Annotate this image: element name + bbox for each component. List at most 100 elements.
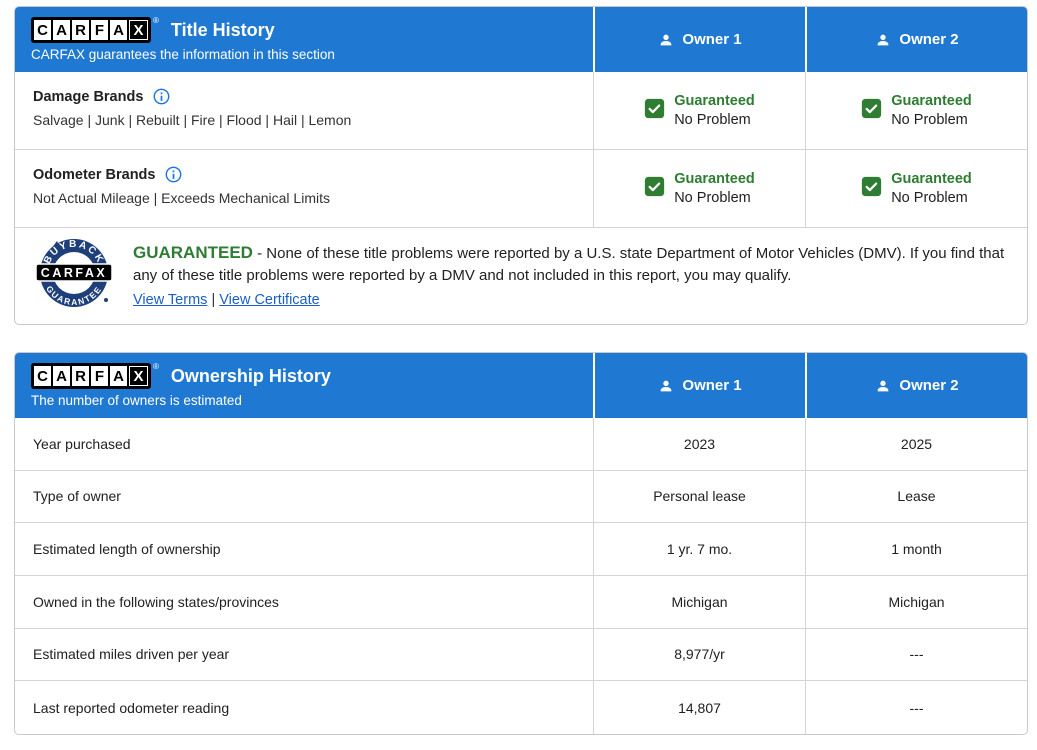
odometer-brands-label-cell: Odometer Brands Not Actual Mileage | Exc… xyxy=(15,150,593,227)
damage-brands-label-cell: Damage Brands Salvage | Junk | Rebuilt |… xyxy=(15,72,593,149)
carfax-logo-letter: F xyxy=(91,20,108,40)
carfax-logo: C A R F A X xyxy=(31,363,151,389)
info-icon[interactable] xyxy=(152,87,171,106)
states-provinces-row: Owned in the following states/provinces … xyxy=(15,575,1027,629)
ownership-history-header: C A R F A X ® Ownership History The numb… xyxy=(15,353,1027,418)
title-history-header: C A R F A X ® Title History CARFAX guara… xyxy=(15,7,1027,72)
carfax-logo-letter: A xyxy=(110,20,127,40)
owner-2-value: 1 month xyxy=(805,523,1027,575)
carfax-logo-letter: R xyxy=(72,366,89,386)
row-label: Last reported odometer reading xyxy=(33,699,230,716)
owner-1-column-header: Owner 1 xyxy=(595,353,805,418)
person-icon xyxy=(658,32,674,48)
owner-1-value: 8,977/yr xyxy=(593,628,805,681)
title-history-title: Title History xyxy=(170,20,275,40)
odometer-brands-sublabel: Not Actual Mileage | Exceeds Mechanical … xyxy=(33,190,330,206)
guaranteed-text: Guaranteed xyxy=(891,171,972,188)
owner-2-value: --- xyxy=(805,628,1027,681)
buyback-guarantee-row: BUYBACK GUARANTEE CARFAX GUARANTEED - No… xyxy=(15,228,1027,324)
checkbox-checked-icon xyxy=(861,176,882,202)
ownership-history-subtitle: The number of owners is estimated xyxy=(31,393,242,408)
guaranteed-status-badge: Guaranteed No Problem xyxy=(861,92,972,128)
owner-1-value: Michigan xyxy=(593,575,805,628)
miles-per-year-row: Estimated miles driven per year 8,977/yr… xyxy=(15,628,1027,682)
registered-trademark: ® xyxy=(153,362,159,371)
carfax-logo-letter-x: X xyxy=(129,20,148,40)
guaranteed-status-badge: Guaranteed No Problem xyxy=(861,170,972,206)
title-history-title-cell: C A R F A X ® Title History CARFAX guara… xyxy=(15,7,593,72)
damage-brands-row: Damage Brands Salvage | Junk | Rebuilt |… xyxy=(15,72,1027,150)
damage-brands-label: Damage Brands xyxy=(33,88,144,105)
ownership-history-title: Ownership History xyxy=(170,366,331,386)
guaranteed-heading: GUARANTEED xyxy=(133,242,253,262)
odometer-reading-row: Last reported odometer reading 14,807 --… xyxy=(15,681,1027,734)
guaranteed-text: Guaranteed xyxy=(891,93,972,110)
row-label: Type of owner xyxy=(33,488,121,505)
owner-1-label: Owner 1 xyxy=(682,31,742,48)
odometer-brands-owner-1-cell: Guaranteed No Problem xyxy=(593,150,805,227)
view-certificate-link[interactable]: View Certificate xyxy=(219,292,319,308)
damage-brands-sublabel: Salvage | Junk | Rebuilt | Fire | Flood … xyxy=(33,112,352,128)
owner-2-value: 2025 xyxy=(805,418,1027,470)
info-icon[interactable] xyxy=(164,165,183,184)
guarantee-description: - None of these title problems were repo… xyxy=(133,244,1005,285)
checkbox-checked-icon xyxy=(644,98,665,124)
person-icon xyxy=(875,378,891,394)
length-of-ownership-row: Estimated length of ownership 1 yr. 7 mo… xyxy=(15,523,1027,576)
carfax-logo-letter: C xyxy=(34,20,51,40)
guaranteed-text: Guaranteed xyxy=(674,171,755,188)
owner-2-column-header: Owner 2 xyxy=(807,353,1027,418)
carfax-logo-letter: F xyxy=(91,366,108,386)
guaranteed-status-badge: Guaranteed No Problem xyxy=(644,92,755,128)
damage-brands-owner-1-cell: Guaranteed No Problem xyxy=(593,72,805,149)
registered-trademark: ® xyxy=(153,16,159,25)
carfax-logo-letter: R xyxy=(72,20,89,40)
owner-2-value: --- xyxy=(805,681,1027,734)
guarantee-text-block: GUARANTEED - None of these title problem… xyxy=(133,241,1007,311)
owner-2-label: Owner 2 xyxy=(899,31,959,48)
ownership-history-section: C A R F A X ® Ownership History The numb… xyxy=(14,352,1028,735)
checkbox-checked-icon xyxy=(644,176,665,202)
guaranteed-status-badge: Guaranteed No Problem xyxy=(644,170,755,206)
no-problem-text: No Problem xyxy=(674,189,751,206)
damage-brands-owner-2-cell: Guaranteed No Problem xyxy=(805,72,1027,149)
row-label: Year purchased xyxy=(33,435,131,452)
checkbox-checked-icon xyxy=(861,98,882,124)
owner-1-value: 2023 xyxy=(593,418,805,470)
odometer-brands-label: Odometer Brands xyxy=(33,166,156,183)
view-terms-link[interactable]: View Terms xyxy=(133,292,207,308)
row-label: Estimated miles driven per year xyxy=(33,646,230,663)
type-of-owner-row: Type of owner Personal lease Lease xyxy=(15,470,1027,524)
title-history-subtitle: CARFAX guarantees the information in thi… xyxy=(31,47,335,62)
owner-1-value: 14,807 xyxy=(593,681,805,734)
ownership-history-title-cell: C A R F A X ® Ownership History The numb… xyxy=(15,353,593,418)
year-purchased-row: Year purchased 2023 2025 xyxy=(15,418,1027,471)
owner-2-column-header: Owner 2 xyxy=(807,7,1027,72)
carfax-logo-letter: A xyxy=(53,366,70,386)
no-problem-text: No Problem xyxy=(674,111,751,128)
carfax-logo-letter-x: X xyxy=(129,366,148,386)
owner-2-value: Michigan xyxy=(805,575,1027,628)
owner-1-label: Owner 1 xyxy=(682,377,742,394)
svg-text:CARFAX: CARFAX xyxy=(41,266,107,280)
carfax-report-page: C A R F A X ® Title History CARFAX guara… xyxy=(0,0,1037,750)
owner-1-column-header: Owner 1 xyxy=(595,7,805,72)
person-icon xyxy=(875,32,891,48)
owner-2-label: Owner 2 xyxy=(899,377,959,394)
no-problem-text: No Problem xyxy=(891,111,968,128)
buyback-guarantee-badge: BUYBACK GUARANTEE CARFAX xyxy=(33,235,115,318)
link-separator: | xyxy=(211,292,216,309)
owner-1-value: Personal lease xyxy=(593,470,805,523)
title-history-section: C A R F A X ® Title History CARFAX guara… xyxy=(14,6,1028,325)
row-label: Estimated length of ownership xyxy=(33,541,221,558)
odometer-brands-row: Odometer Brands Not Actual Mileage | Exc… xyxy=(15,150,1027,228)
guaranteed-text: Guaranteed xyxy=(674,93,755,110)
carfax-logo-letter: C xyxy=(34,366,51,386)
no-problem-text: No Problem xyxy=(891,189,968,206)
carfax-logo-letter: A xyxy=(53,20,70,40)
carfax-logo: C A R F A X xyxy=(31,17,151,43)
owner-2-value: Lease xyxy=(805,470,1027,523)
row-label: Owned in the following states/provinces xyxy=(33,593,279,610)
odometer-brands-owner-2-cell: Guaranteed No Problem xyxy=(805,150,1027,227)
carfax-logo-letter: A xyxy=(110,366,127,386)
